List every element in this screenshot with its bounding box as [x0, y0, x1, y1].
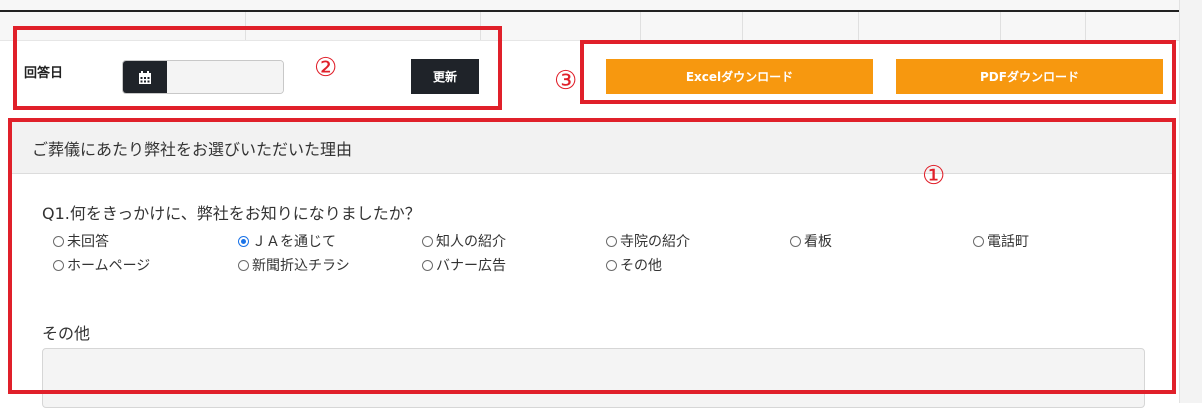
marker-2: ②: [314, 53, 338, 83]
annotation-box-2: [13, 26, 502, 110]
marker-3: ③: [554, 66, 578, 96]
marker-1: ①: [922, 161, 946, 191]
annotation-box-3: [580, 40, 1176, 104]
vertical-scrollbar[interactable]: [1179, 0, 1202, 403]
annotation-box-1: [8, 118, 1176, 394]
toolbar-divider: [0, 10, 1180, 12]
